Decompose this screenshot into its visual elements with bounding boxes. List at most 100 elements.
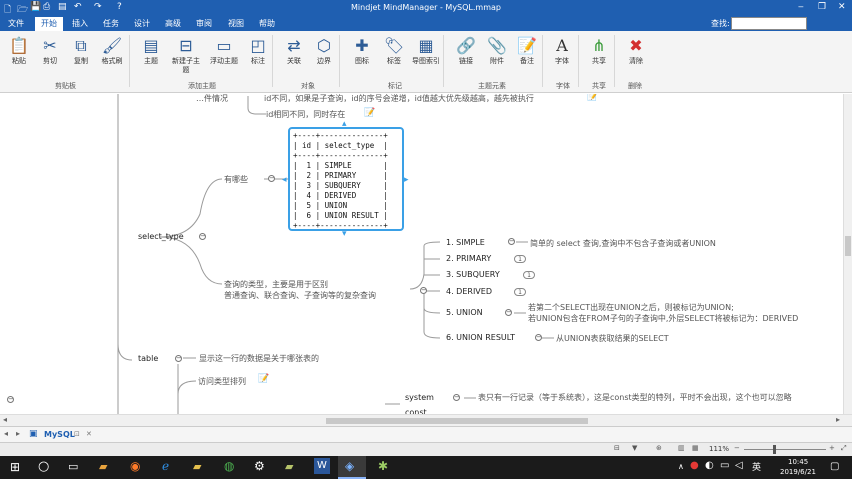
zoom-in-icon[interactable]: +: [829, 444, 835, 452]
tray-app-icon[interactable]: ●: [690, 460, 699, 471]
volume-icon[interactable]: ◁: [735, 460, 743, 471]
attachment-button[interactable]: 📎 附件: [482, 35, 512, 66]
folder-icon[interactable]: ▰: [193, 460, 201, 473]
close-button[interactable]: ✕: [838, 2, 846, 12]
settings-icon[interactable]: ⚙: [254, 459, 265, 473]
scroll-thumb[interactable]: [845, 236, 851, 256]
share-button[interactable]: ⋔ 共享: [584, 35, 614, 66]
tab-review[interactable]: 审阅: [196, 18, 212, 29]
id-mixed-node[interactable]: id相同不同，同时存在: [266, 109, 345, 120]
notification-icon[interactable]: ▢: [830, 461, 839, 472]
resize-handle[interactable]: ▸: [404, 175, 409, 185]
desc-line-1[interactable]: 查询的类型，主要是用于区别: [224, 279, 328, 290]
pin-icon[interactable]: ⊡: [74, 430, 80, 438]
word-icon[interactable]: W: [314, 458, 330, 474]
note-icon[interactable]: 📝: [258, 374, 269, 384]
resize-handle[interactable]: ◂: [282, 175, 287, 185]
collapse-toggle[interactable]: −: [535, 334, 542, 341]
fit-icon[interactable]: ⤢: [841, 444, 847, 453]
callout-button[interactable]: ◰ 标注: [243, 35, 273, 66]
vertical-scrollbar[interactable]: [843, 94, 852, 414]
close-tab-icon[interactable]: ✕: [86, 430, 92, 438]
tag-button[interactable]: 🏷 标签: [379, 35, 409, 66]
table-desc-node[interactable]: 显示这一行的数据是关于哪张表的: [199, 353, 319, 364]
tab-view[interactable]: 视图: [228, 18, 244, 29]
cut-button[interactable]: ✂ 剪切: [35, 35, 65, 66]
collapsed-count-badge[interactable]: 1: [514, 255, 526, 263]
partial-node[interactable]: …件情况: [196, 94, 228, 104]
zoom-out-icon[interactable]: −: [734, 444, 740, 452]
relationship-button[interactable]: ⇄ 关联: [279, 35, 309, 66]
union-result-note[interactable]: 从UNION表获取结果的SELECT: [556, 333, 669, 344]
collapse-toggle[interactable]: −: [420, 287, 427, 294]
collapse-toggle[interactable]: −: [508, 238, 515, 245]
subtopic-button[interactable]: ⊟ 新建子主题: [171, 35, 201, 75]
horizontal-scrollbar[interactable]: ◂ ▸: [0, 414, 852, 426]
tab-help[interactable]: 帮助: [259, 18, 275, 29]
floating-topic-button[interactable]: ▭ 浮动主题: [209, 35, 239, 66]
resize-handle[interactable]: ▴: [342, 119, 347, 129]
task-view-icon[interactable]: ▭: [68, 460, 78, 473]
collapse-toggle[interactable]: −: [268, 175, 275, 182]
filter-icon[interactable]: ▼: [632, 444, 637, 452]
type-node[interactable]: 访问类型排列: [198, 376, 246, 387]
paste-button[interactable]: 📋 粘贴: [4, 35, 34, 66]
zoom-slider[interactable]: [744, 449, 826, 450]
type-simple[interactable]: 1. SIMPLE: [446, 238, 485, 247]
collapsed-count-badge[interactable]: 1: [514, 288, 526, 296]
windows-start-icon[interactable]: ⊞: [10, 460, 20, 474]
which-node[interactable]: 有哪些: [224, 174, 248, 185]
map-index-button[interactable]: ▦ 导图索引: [411, 35, 441, 66]
tab-file[interactable]: 文件: [8, 18, 24, 29]
app-icon[interactable]: ◍: [224, 459, 234, 473]
resize-handle[interactable]: ▾: [342, 229, 347, 239]
type-union-result[interactable]: 6. UNION RESULT: [446, 333, 515, 342]
tab-design[interactable]: 设计: [134, 18, 150, 29]
view-icon[interactable]: ▦: [692, 444, 699, 452]
system-desc-node[interactable]: 表只有一行记录（等于系统表），这是const类型的特列，平时不会出现，这个也可以…: [478, 392, 792, 403]
icon-button[interactable]: ✚ 图标: [347, 35, 377, 66]
tray-app-icon[interactable]: ◐: [705, 460, 714, 471]
select-type-node[interactable]: select_type: [138, 232, 184, 241]
note-icon[interactable]: 📝: [364, 108, 375, 118]
find-input[interactable]: [731, 17, 807, 30]
note-icon[interactable]: 📝: [587, 94, 598, 102]
balance-icon[interactable]: ⊛: [656, 444, 662, 452]
tab-task[interactable]: 任务: [103, 18, 119, 29]
topic-button[interactable]: ▤ 主题: [136, 35, 166, 66]
tab-nav-icon[interactable]: ▸: [16, 429, 20, 438]
system-node[interactable]: system: [405, 393, 434, 402]
table-node[interactable]: table: [138, 354, 158, 363]
document-tab[interactable]: MySQL: [44, 430, 75, 439]
scroll-thumb[interactable]: [326, 418, 588, 424]
simple-note[interactable]: 简单的 select 查询,查询中不包含子查询或者UNION: [530, 238, 716, 249]
tab-insert[interactable]: 插入: [72, 18, 88, 29]
font-button[interactable]: A 字体: [547, 35, 577, 66]
tab-home[interactable]: 开始: [35, 17, 63, 31]
link-button[interactable]: 🔗 链接: [451, 35, 481, 66]
ime-icon[interactable]: 英: [752, 460, 761, 473]
network-icon[interactable]: ▭: [720, 460, 729, 471]
scroll-right-arrow-icon[interactable]: ▸: [836, 415, 840, 424]
app-icon[interactable]: ▰: [285, 460, 293, 473]
tray-up-icon[interactable]: ∧: [678, 462, 684, 471]
zoom-slider-handle[interactable]: [773, 445, 776, 454]
app-icon[interactable]: ✱: [378, 459, 388, 473]
id-different-node[interactable]: id不同，如果是子查询，id的序号会递增，id值越大优先级越高，越先被执行: [264, 94, 534, 104]
union-note-1[interactable]: 若第二个SELECT出现在UNION之后，则被标记为UNION;: [528, 302, 734, 313]
minimize-button[interactable]: ‒: [798, 2, 804, 12]
tab-advanced[interactable]: 高级: [165, 18, 181, 29]
type-derived[interactable]: 4. DERIVED: [446, 287, 492, 296]
clear-button[interactable]: ✖ 清除: [621, 35, 651, 66]
type-primary[interactable]: 2. PRIMARY: [446, 254, 491, 263]
map-canvas[interactable]: …件情况 id不同，如果是子查询，id的序号会递增，id值越大优先级越高，越先被…: [0, 94, 843, 414]
union-note-2[interactable]: 若UNION包含在FROM子句的子查询中,外层SELECT将被标记为：DERIV…: [528, 313, 798, 324]
copy-button[interactable]: ⧉ 复制: [66, 35, 96, 66]
scroll-left-arrow-icon[interactable]: ◂: [3, 415, 7, 424]
select-type-table-node[interactable]: +----+--------------+ | id | select_type…: [288, 127, 404, 231]
type-union[interactable]: 5. UNION: [446, 308, 483, 317]
collapse-toggle[interactable]: −: [7, 396, 14, 403]
collapse-toggle[interactable]: −: [505, 309, 512, 316]
tab-nav-icon[interactable]: ◂: [4, 429, 8, 438]
notes-button[interactable]: 📝 备注: [512, 35, 542, 66]
